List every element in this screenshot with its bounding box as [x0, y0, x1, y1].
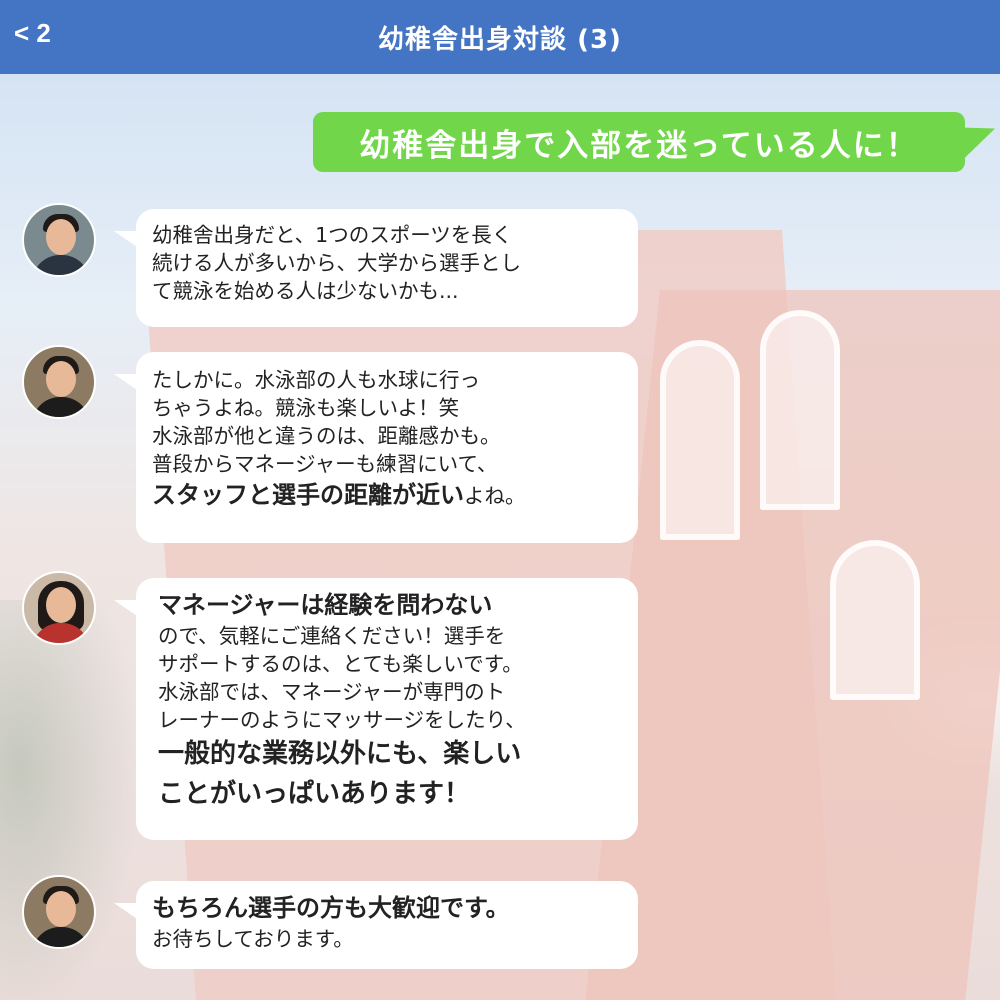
- message-line: ちゃうよね。競泳も楽しいよ！笑: [152, 396, 460, 420]
- message-line: ので、気軽にご連絡ください！選手を: [158, 624, 506, 648]
- page-title: 幼稚舎出身対談 (3): [378, 24, 622, 55]
- outgoing-message-bubble: 幼稚舎出身で入部を迷っている人に！: [313, 112, 965, 172]
- message-bubble: たしかに。水泳部の人も水球に行っ ちゃうよね。競泳も楽しいよ！笑 水泳部が他と違…: [114, 352, 638, 543]
- avatar[interactable]: [22, 203, 96, 277]
- message-emphasis: 一般的な業務以外にも、楽しい: [158, 739, 522, 769]
- message-line: サポートするのは、とても楽しいです。: [158, 652, 523, 676]
- message-bubble: もちろん選手の方も大歓迎です。 お待ちしております。: [114, 881, 638, 969]
- message-line: 普段からマネージャーも練習にいて、: [152, 452, 498, 476]
- back-button[interactable]: < 2: [14, 18, 51, 49]
- avatar-body: [32, 927, 90, 947]
- message-bubble: マネージャーは経験を問わない ので、気軽にご連絡ください！選手を サポートするの…: [114, 578, 638, 840]
- building-window: [660, 340, 740, 540]
- message-line: レーナーのようにマッサージをしたり、: [158, 708, 526, 732]
- message-line: 続ける人が多いから、大学から選手とし: [152, 251, 521, 275]
- avatar-body: [32, 255, 90, 275]
- avatar[interactable]: [22, 345, 96, 419]
- outgoing-message-text: 幼稚舎出身で入部を迷っている人に！: [359, 127, 919, 164]
- building-window: [760, 310, 840, 510]
- avatar-face: [46, 361, 76, 397]
- message-line: 水泳部が他と違うのは、距離感かも。: [152, 424, 501, 448]
- message-lead: マネージャーは経験を問わない: [158, 591, 493, 619]
- message-emphasis: スタッフと選手の距離が近い: [152, 481, 464, 509]
- top-bar: < 2 幼稚舎出身対談 (3): [0, 0, 1000, 74]
- avatar-body: [32, 397, 90, 417]
- building-window: [830, 540, 920, 700]
- message-line: 水泳部では、マネージャーが専門のト: [158, 680, 506, 704]
- message-line: て競泳を始める人は少ないかも...: [152, 279, 459, 303]
- message-line: お待ちしております。: [152, 927, 354, 951]
- message-bubble: 幼稚舎出身だと、1つのスポーツを長く 続ける人が多いから、大学から選手とし て競…: [114, 209, 638, 327]
- avatar[interactable]: [22, 571, 96, 645]
- message-emphasis-tail: よね。: [464, 484, 526, 508]
- avatar[interactable]: [22, 875, 96, 949]
- avatar-face: [46, 891, 76, 927]
- message-emphasis: ことがいっぱいあります！: [158, 779, 471, 809]
- message-lead: もちろん選手の方も大歓迎です。: [152, 894, 510, 922]
- message-line: 幼稚舎出身だと、1つのスポーツを長く: [152, 223, 513, 247]
- message-emphasis-line: スタッフと選手の距離が近いよね。: [152, 478, 622, 512]
- avatar-face: [46, 587, 76, 623]
- message-line: たしかに。水泳部の人も水球に行っ: [152, 368, 480, 392]
- avatar-face: [46, 219, 76, 255]
